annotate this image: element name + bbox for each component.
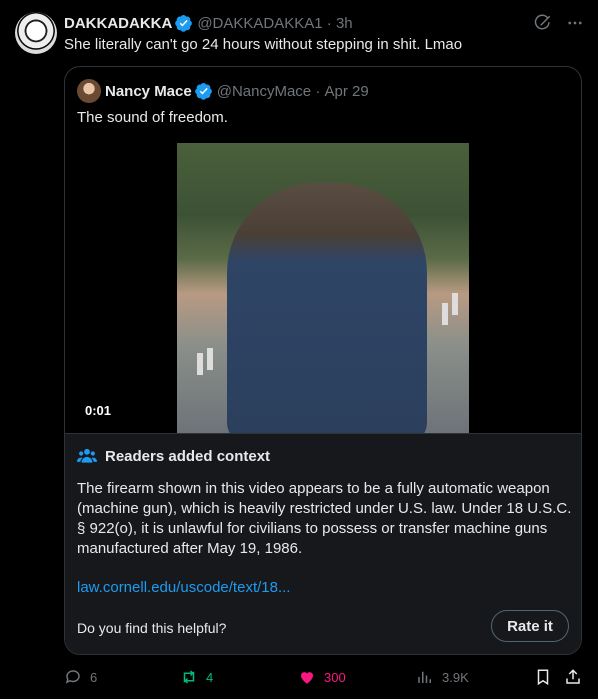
like-button[interactable]: 300 bbox=[298, 668, 346, 686]
quoted-author-handle[interactable]: @NancyMace bbox=[217, 83, 311, 100]
quoted-header: Nancy Mace @NancyMace · Apr 29 bbox=[105, 81, 369, 101]
quoted-author-avatar[interactable] bbox=[77, 79, 101, 103]
community-note-body: The firearm shown in this video appears … bbox=[77, 480, 572, 557]
video-frame[interactable] bbox=[177, 143, 469, 433]
video-player[interactable]: 0:01 bbox=[65, 143, 581, 433]
grok-icon[interactable] bbox=[534, 14, 552, 32]
tweet-time[interactable]: 3h bbox=[336, 15, 353, 32]
repost-count: 4 bbox=[206, 669, 214, 685]
quoted-tweet[interactable]: Nancy Mace @NancyMace · Apr 29 The sound… bbox=[64, 66, 582, 655]
quoted-date[interactable]: Apr 29 bbox=[325, 83, 369, 100]
views-icon bbox=[418, 671, 431, 683]
share-button[interactable] bbox=[564, 668, 582, 686]
views-button[interactable]: 3.9K bbox=[416, 668, 469, 686]
share-icon bbox=[566, 669, 580, 684]
author-handle[interactable]: @DAKKADAKKA1 bbox=[197, 15, 322, 32]
bookmark-icon bbox=[537, 669, 549, 686]
community-note-heading: Readers added context bbox=[105, 447, 271, 465]
bookmark-button[interactable] bbox=[534, 668, 552, 686]
reply-count: 6 bbox=[90, 669, 98, 685]
repost-button[interactable]: 4 bbox=[180, 668, 213, 686]
repost-icon bbox=[183, 670, 195, 684]
tweet-text: She literally can't go 24 hours without … bbox=[64, 36, 463, 53]
reply-icon bbox=[65, 670, 80, 684]
more-icon[interactable] bbox=[566, 14, 584, 32]
rate-it-button[interactable]: Rate it bbox=[491, 610, 569, 642]
video-subject bbox=[227, 183, 427, 433]
action-bar: 6 4 300 3.9K bbox=[64, 668, 582, 688]
tweet-header: DAKKADAKKA @DAKKADAKKA1 · 3h bbox=[64, 13, 584, 33]
verified-badge-icon bbox=[194, 82, 212, 100]
separator-dot: · bbox=[322, 14, 336, 32]
community-note-title: Readers added context bbox=[77, 447, 270, 465]
author-name[interactable]: DAKKADAKKA bbox=[64, 15, 172, 32]
quoted-text: The sound of freedom. bbox=[77, 109, 228, 126]
heart-icon bbox=[301, 672, 313, 684]
author-avatar[interactable] bbox=[15, 12, 57, 54]
view-count: 3.9K bbox=[442, 669, 469, 685]
community-note-source-link[interactable]: law.cornell.edu/uscode/text/18... bbox=[77, 579, 290, 596]
like-count: 300 bbox=[324, 669, 346, 685]
verified-badge-icon bbox=[175, 14, 193, 32]
helpful-prompt: Do you find this helpful? bbox=[77, 620, 227, 636]
video-timestamp: 0:01 bbox=[85, 403, 112, 418]
people-icon bbox=[77, 448, 97, 463]
reply-button[interactable]: 6 bbox=[64, 668, 97, 686]
quoted-author-name[interactable]: Nancy Mace bbox=[105, 83, 192, 100]
separator-dot: · bbox=[311, 82, 325, 100]
community-note: Readers added context The firearm shown … bbox=[65, 433, 581, 654]
